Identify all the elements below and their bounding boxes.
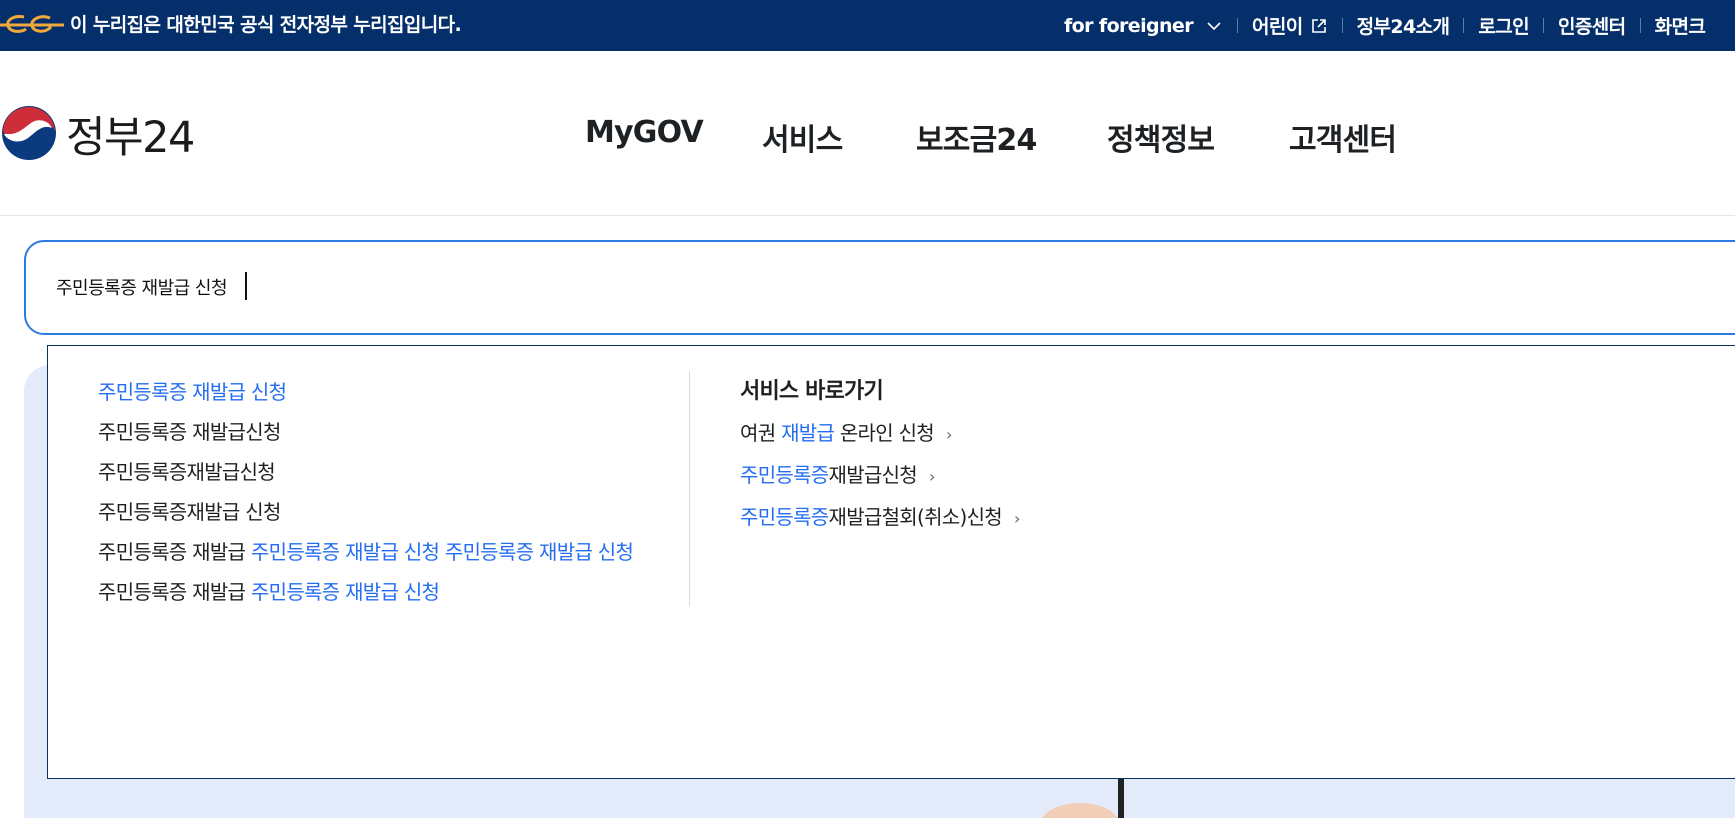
shortcut-text: 온라인 신청 — [834, 421, 935, 445]
utility-nav: for foreigner 어린이 정부24소개 로그인 인증센터 화면크 — [1064, 0, 1706, 51]
nav-customer-center[interactable]: 고객센터 — [1289, 115, 1397, 159]
autocomplete-dropdown: 주민등록증 재발급 신청 주민등록증 재발급신청 주민등록증재발급신청 주민등록… — [47, 345, 1735, 779]
suggestion-item[interactable]: 주민등록증재발급 신청 — [98, 492, 633, 532]
site-logo-text[interactable]: 정부24 — [66, 103, 195, 165]
screen-size-link[interactable]: 화면크 — [1655, 12, 1706, 39]
suggestion-item[interactable]: 주민등록증 재발급 주민등록증 재발급 신청 — [98, 572, 633, 612]
suggestion-text: 주민등록증 재발급 — [98, 540, 251, 564]
suggestion-item[interactable]: 주민등록증재발급신청 — [98, 452, 633, 492]
suggestion-text: 주민등록증 재발급 — [98, 580, 251, 604]
suggestion-highlight: 주민등록증 재발급 신청 — [98, 380, 287, 404]
chevron-right-icon: › — [946, 425, 952, 444]
shortcut-text: 재발급신청 — [828, 463, 918, 487]
suggestion-item[interactable]: 주민등록증 재발급신청 — [98, 412, 633, 452]
text-cursor — [245, 272, 247, 300]
shortcut-passport-reissue[interactable]: 여권 재발급 온라인 신청 › — [740, 412, 1020, 454]
service-shortcuts: 서비스 바로가기 여권 재발급 온라인 신청 › 주민등록증재발급신청 › 주민등록… — [740, 372, 1020, 538]
about-gov24-link[interactable]: 정부24소개 — [1357, 12, 1450, 39]
shortcut-highlight: 주민등록증 — [740, 505, 829, 529]
login-link[interactable]: 로그인 — [1478, 12, 1529, 39]
shortcut-highlight: 재발급 — [781, 421, 835, 445]
suggestion-text: 주민등록증재발급신청 — [98, 460, 276, 484]
separator — [1341, 18, 1343, 33]
column-divider — [689, 371, 690, 606]
shortcut-id-reissue[interactable]: 주민등록증재발급신청 › — [740, 454, 1020, 496]
kids-link[interactable]: 어린이 — [1252, 12, 1303, 39]
egovernment-logo-icon — [0, 15, 64, 33]
shortcut-text: 여권 — [740, 421, 782, 445]
suggestion-list: 주민등록증 재발급 신청 주민등록증 재발급신청 주민등록증재발급신청 주민등록… — [98, 372, 634, 612]
separator — [1639, 18, 1641, 33]
nav-policy-info[interactable]: 정책정보 — [1107, 115, 1215, 159]
external-link-icon — [1311, 18, 1326, 33]
chevron-down-icon[interactable] — [1205, 17, 1223, 35]
shortcut-text: 재발급철회(취소)신청 — [828, 505, 1003, 529]
search-input[interactable] — [56, 270, 1656, 304]
suggestion-item[interactable]: 주민등록증 재발급 주민등록증 재발급 신청 주민등록증 재발급 신청 — [98, 532, 634, 572]
nav-mygov[interactable]: MyGOV — [585, 115, 704, 150]
suggestion-item[interactable]: 주민등록증 재발급 신청 — [98, 372, 633, 412]
chevron-right-icon: › — [1014, 509, 1020, 528]
auth-center-link[interactable]: 인증센터 — [1558, 12, 1626, 39]
banner-image — [1042, 775, 1124, 818]
gov-notice-text: 이 누리집은 대한민국 공식 전자정부 누리집입니다. — [70, 14, 462, 36]
shortcut-highlight: 주민등록증 — [740, 463, 829, 487]
suggestion-text: 주민등록증 재발급신청 — [98, 420, 281, 444]
separator — [1543, 18, 1545, 33]
suggestion-highlight: 주민등록증 재발급 신청 주민등록증 재발급 신청 — [250, 540, 634, 564]
nav-service[interactable]: 서비스 — [762, 115, 843, 159]
gov-banner: 이 누리집은 대한민국 공식 전자정부 누리집입니다. for foreigne… — [0, 0, 1735, 51]
nav-subsidy24[interactable]: 보조금24 — [916, 115, 1037, 159]
site-header: 정부24 MyGOV 서비스 보조금24 정책정보 고객센터 — [0, 51, 1735, 216]
search-box[interactable] — [24, 240, 1735, 335]
separator — [1236, 18, 1238, 33]
for-foreigner-link[interactable]: for foreigner — [1064, 15, 1194, 37]
shortcuts-title: 서비스 바로가기 — [740, 379, 884, 404]
separator — [1463, 18, 1465, 33]
shortcut-id-reissue-cancel[interactable]: 주민등록증재발급철회(취소)신청 › — [740, 496, 1020, 538]
suggestion-text: 주민등록증재발급 신청 — [98, 500, 281, 524]
chevron-right-icon: › — [929, 467, 935, 486]
taegeuk-logo-icon[interactable] — [0, 104, 58, 162]
suggestion-highlight: 주민등록증 재발급 신청 — [250, 580, 440, 604]
